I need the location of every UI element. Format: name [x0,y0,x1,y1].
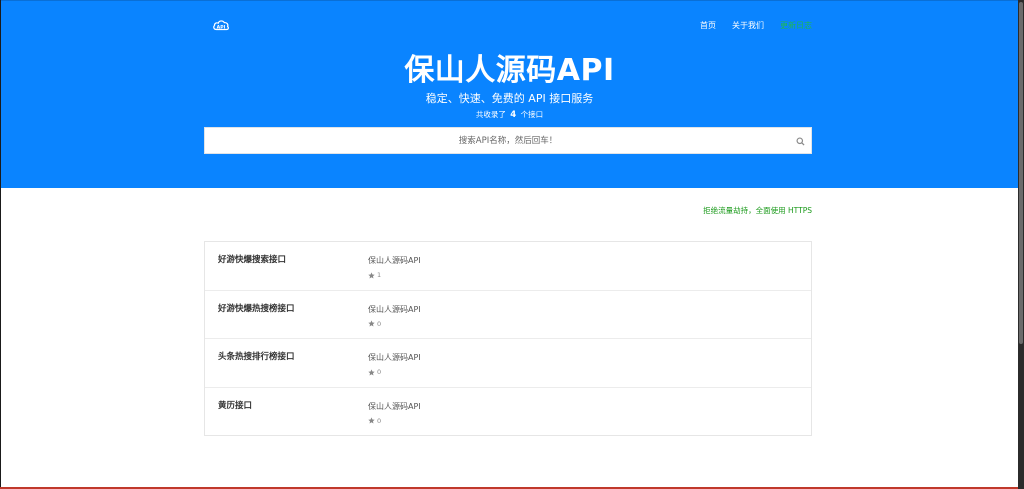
logo-text: API [217,25,226,31]
api-count: 共收录了 4 个接口 [1,109,1018,120]
api-name[interactable]: 头条热搜排行榜接口 [218,350,295,362]
list-item[interactable]: 黄历接口 保山人源码API 0 [205,388,811,435]
star-icon [368,368,375,375]
api-stars: 1 [368,271,381,279]
https-notice: 拒绝流量劫持，全面使用 HTTPS [703,206,812,215]
api-author: 保山人源码API [368,401,421,411]
search-box [204,127,812,154]
search-icon[interactable] [796,137,805,146]
api-name[interactable]: 黄历接口 [218,399,252,411]
list-item[interactable]: 头条热搜排行榜接口 保山人源码API 0 [205,339,811,388]
list-item[interactable]: 好游快爆搜索接口 保山人源码API 1 [205,242,811,291]
cloud-api-icon: API [213,20,229,31]
search-input[interactable] [228,130,788,151]
api-count-prefix: 共收录了 [475,110,506,119]
api-name[interactable]: 好游快爆搜索接口 [218,253,286,265]
star-count: 1 [377,271,382,279]
api-count-suffix: 个接口 [520,110,544,119]
nav-changelog[interactable]: 更新日志 [780,20,812,31]
scrollbar-thumb[interactable] [1019,2,1023,344]
api-stars: 0 [368,417,381,425]
top-nav: 首页 关于我们 更新日志 [700,20,812,31]
api-count-value: 4 [510,110,517,120]
api-stars: 0 [368,368,381,376]
page-title: 保山人源码API [404,53,615,88]
page: API 首页 关于我们 更新日志 保山人源码API 稳定、快速、免费的 API … [0,0,1024,489]
star-icon [368,271,375,278]
api-author: 保山人源码API [368,353,421,362]
scrollbar-track[interactable] [1018,0,1024,489]
star-icon [368,320,375,327]
api-author: 保山人源码API [368,256,421,265]
nav-home[interactable]: 首页 [700,20,716,31]
star-count: 0 [377,319,382,328]
api-author: 保山人源码API [368,304,421,314]
list-item[interactable]: 好游快爆热搜榜接口 保山人源码API 0 [205,291,811,339]
star-icon [368,417,375,424]
star-count: 0 [377,416,382,425]
api-list: 好游快爆搜索接口 保山人源码API 1 好游快爆热搜榜接口 保山人源码API 0… [204,241,812,436]
api-name[interactable]: 好游快爆热搜榜接口 [218,302,295,314]
hero-banner: API 首页 关于我们 更新日志 保山人源码API 稳定、快速、免费的 API … [1,0,1018,188]
nav-about[interactable]: 关于我们 [732,20,764,31]
page-subtitle: 稳定、快速、免费的 API 接口服务 [425,92,594,105]
api-stars: 0 [368,320,381,328]
star-count: 0 [377,368,382,376]
site-logo[interactable]: API [212,17,230,33]
